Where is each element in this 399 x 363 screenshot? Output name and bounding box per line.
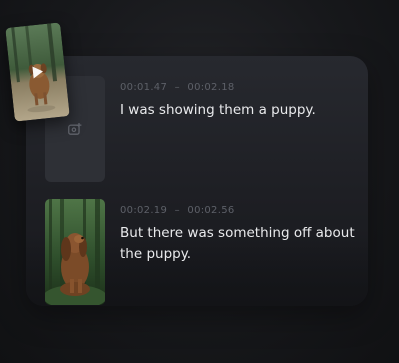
play-icon [32,66,43,79]
add-media-icon [68,123,82,135]
cue-1-start-time: 00:01.47 [120,82,168,93]
cue-2-thumbnail[interactable] [45,199,105,305]
cue-2-timecode: 00:02.19 – 00:02.56 [120,205,235,216]
dog-photo-forest [45,199,105,305]
cue-1-text[interactable]: I was showing them a puppy. [120,100,355,121]
cue-1-time-separator: – [174,82,180,93]
cue-2-start-time: 00:02.19 [120,205,168,216]
cue-1-timecode: 00:01.47 – 00:02.18 [120,82,235,93]
cue-2-end-time: 00:02.56 [187,205,235,216]
cue-2-time-separator: – [174,205,180,216]
dragged-thumbnail[interactable] [5,22,70,122]
cue-1-end-time: 00:02.18 [187,82,235,93]
cue-2-text[interactable]: But there was something off about the pu… [120,223,355,265]
